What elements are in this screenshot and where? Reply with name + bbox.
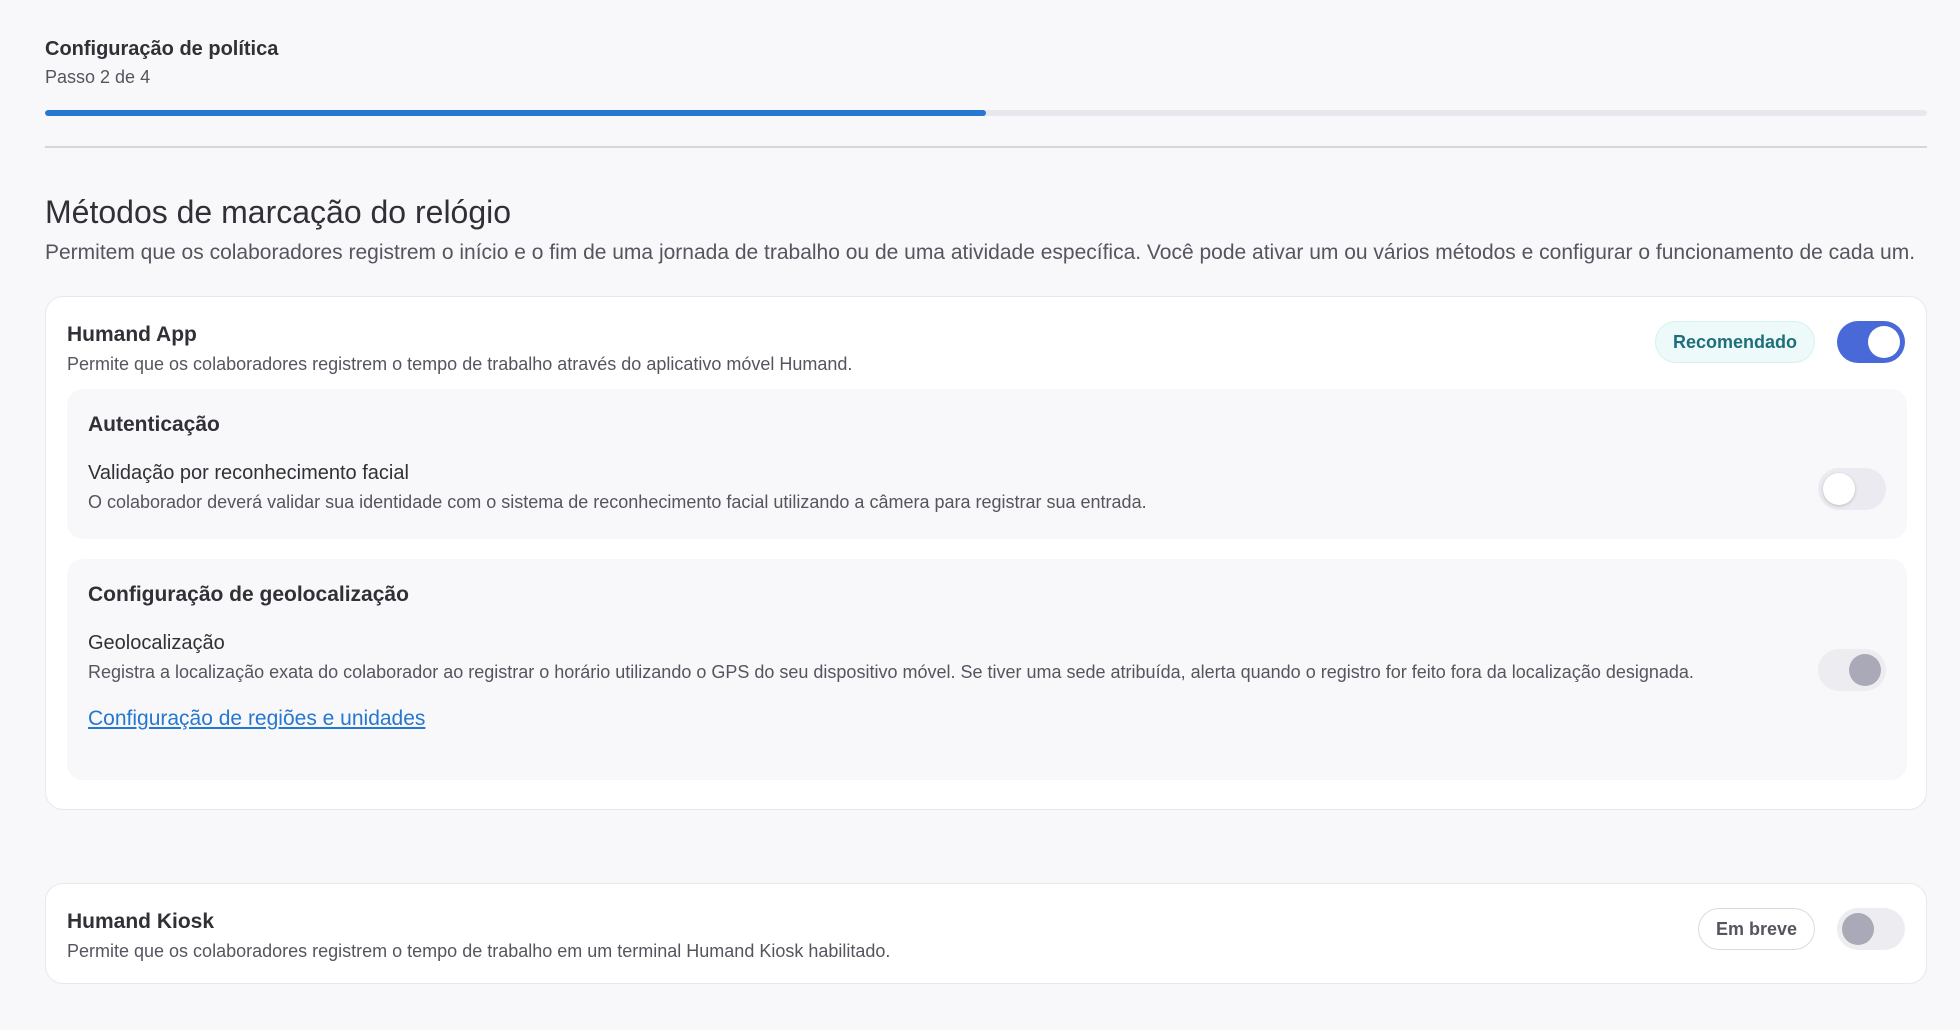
- geolocation-title: Geolocalização: [88, 632, 225, 654]
- humand-kiosk-card: Humand Kiosk Permite que os colaboradore…: [45, 883, 1927, 984]
- humand-kiosk-title: Humand Kiosk: [67, 910, 215, 933]
- facial-recognition-description: O colaborador deverá validar sua identid…: [88, 492, 1147, 512]
- stepper: Configuração de política Passo 2 de 4: [45, 0, 1927, 116]
- policy-config-page: Configuração de política Passo 2 de 4 Mé…: [0, 0, 1960, 1030]
- stepper-title: Configuração de política: [45, 38, 279, 60]
- divider: [45, 146, 1927, 148]
- authentication-title: Autenticação: [88, 413, 220, 436]
- progress-bar-fill: [45, 110, 986, 116]
- progress-bar: [45, 110, 1927, 116]
- toggle-knob: [1823, 473, 1855, 505]
- humand-app-card: Humand App Permite que os colaboradores …: [45, 296, 1927, 810]
- recommended-badge: Recomendado: [1654, 321, 1815, 363]
- geolocation-description: Registra a localização exata do colabora…: [88, 662, 1694, 682]
- humand-app-header: Humand App Permite que os colaboradores …: [67, 321, 1905, 374]
- humand-kiosk-toggle[interactable]: [1837, 908, 1905, 950]
- facial-recognition-title: Validação por reconhecimento facial: [88, 462, 409, 484]
- geolocation-config-title: Configuração de geolocalização: [88, 583, 409, 606]
- authentication-panel: Autenticação Validação por reconheciment…: [67, 389, 1907, 539]
- stepper-step-label: Passo 2 de 4: [45, 67, 151, 87]
- geolocation-panel: Configuração de geolocalização Geolocali…: [67, 559, 1907, 780]
- section-title: Métodos de marcação do relógio: [45, 194, 512, 230]
- humand-kiosk-header: Humand Kiosk Permite que os colaboradore…: [67, 908, 1905, 961]
- humand-kiosk-description: Permite que os colaboradores registrem o…: [67, 941, 891, 961]
- section-description: Permitem que os colaboradores registrem …: [45, 241, 1916, 264]
- humand-app-toggle[interactable]: [1837, 321, 1905, 363]
- humand-app-title: Humand App: [67, 323, 197, 346]
- coming-soon-badge: Em breve: [1697, 908, 1815, 950]
- humand-app-description: Permite que os colaboradores registrem o…: [67, 354, 853, 374]
- toggle-knob: [1868, 326, 1900, 358]
- facial-recognition-toggle[interactable]: [1818, 468, 1886, 510]
- toggle-knob: [1849, 654, 1881, 686]
- regions-units-config-link[interactable]: Configuração de regiões e unidades: [88, 705, 425, 733]
- geolocation-toggle[interactable]: [1818, 649, 1886, 691]
- toggle-knob: [1842, 913, 1874, 945]
